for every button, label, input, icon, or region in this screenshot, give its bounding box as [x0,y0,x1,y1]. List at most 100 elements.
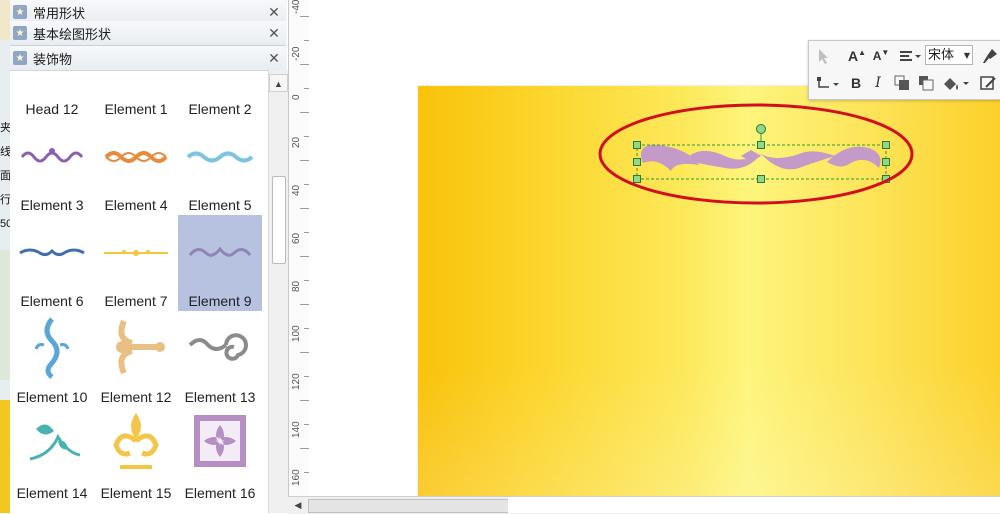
chevron-down-icon: ▼ [963,51,970,60]
ruler-label: 120 [291,373,302,390]
background-text: 线 [0,146,10,158]
background-image [0,400,10,513]
square-tile-icon [194,415,246,467]
lotus-icon [113,413,159,469]
background-text: 50 [0,218,10,230]
scroll-up-icon[interactable]: ▲ [269,74,288,92]
background-text: 面 [0,170,10,182]
close-icon[interactable]: ✕ [266,4,282,21]
shape-label: Element 1 [104,101,168,117]
star-icon: ★ [13,5,27,19]
shape-element-5[interactable]: Element 5 [178,119,262,215]
connector-menu-icon[interactable] [813,72,843,94]
wave-border-icon [186,151,254,163]
shape-element-7[interactable]: Element 7 [94,215,178,311]
background-image [0,250,10,380]
close-icon[interactable]: ✕ [266,25,282,42]
chain-border-icon [104,151,168,163]
ruler-label: 0 [291,94,302,100]
font-family-select[interactable]: 宋体 ▼ [925,45,973,65]
scroll-border-icon [20,148,84,163]
ruler-label: 20 [291,136,302,148]
align-menu-icon[interactable] [897,45,923,67]
library-title: 装饰物 [33,51,73,67]
shape-label: Element 10 [16,389,88,405]
ruler-label: 100 [291,325,302,342]
horizontal-scrollbar[interactable]: ◀ [288,496,1000,514]
shape-label: Element 2 [188,101,252,117]
shape-element-15[interactable]: Element 15 [94,407,178,503]
swirl-border-icon [19,248,85,257]
ruler-tick [300,256,309,257]
shape-label: Element 3 [20,197,84,213]
ruler-tick [300,400,309,401]
star-icon: ★ [13,26,27,40]
floating-format-toolbar: A ▲ A ▼ 宋体 ▼ B I [808,40,1000,100]
shape-label: Head 12 [25,101,79,117]
shape-label: Element 12 [100,389,172,405]
line-style-icon[interactable] [977,72,1000,94]
shape-element-10[interactable]: Element 10 [10,311,94,407]
background-text: 行 [0,194,10,206]
leaf-vine-icon [29,424,81,461]
ruler-tick [300,208,309,209]
shape-element-9[interactable]: Element 9 [178,215,262,311]
shape-head-12[interactable]: Head 12 [10,71,94,119]
shrink-font-button[interactable]: A ▼ [869,45,893,67]
shape-label: Element 14 [16,485,88,501]
vertical-flourish-icon [34,317,70,379]
grow-font-button[interactable]: A ▲ [845,45,869,67]
shape-label: Element 5 [188,197,252,213]
ruler-label: 140 [291,421,302,438]
format-painter-icon[interactable] [979,45,1000,67]
bring-front-icon[interactable] [891,72,913,94]
ruler-label: -20 [291,46,302,61]
background-thumbnail [0,0,10,40]
ruler-label: -40 [291,0,302,14]
shape-element-4[interactable]: Element 4 [94,119,178,215]
library-header-decorations[interactable]: ★ 装饰物 ✕ [10,46,286,71]
star-icon: ★ [13,51,27,65]
ruler-tick [300,304,309,305]
scrollbar-thumb[interactable] [308,499,510,513]
close-icon[interactable]: ✕ [266,50,282,67]
background-text: 夹 [0,122,10,134]
send-back-icon[interactable] [915,72,937,94]
shape-element-14[interactable]: Element 14 [10,407,94,503]
ruler-label: 40 [291,184,302,196]
italic-button[interactable]: I [867,72,889,94]
ornament-border-icon [188,246,252,257]
library-header-basic-drawing[interactable]: ★ 基本绘图形状 ✕ [10,21,286,46]
shape-label: Element 13 [184,389,256,405]
shape-element-6[interactable]: Element 6 [10,215,94,311]
select-pointer-icon[interactable] [813,45,835,67]
grow-font-icon: A [847,48,859,64]
scrollbar-thumb[interactable] [272,176,286,264]
shape-element-1[interactable]: Element 1 [94,71,178,119]
shape-grid: Head 12 Element 1 Element 2 Element 3 El… [10,70,268,514]
font-name: 宋体 [928,48,955,63]
ruler-tick [300,160,309,161]
shape-label: Element 7 [104,293,168,309]
shape-element-2[interactable]: Element 2 [178,71,262,119]
vertical-ruler: -40 -20 0 20 40 60 80 100 120 140 160 [288,0,310,496]
library-title: 基本绘图形状 [33,26,112,42]
scroll-left-icon[interactable]: ◀ [290,498,306,512]
library-scrollbar[interactable]: ▲ [268,70,288,513]
shape-element-16[interactable]: Element 16 [178,407,262,503]
ruler-tick [300,352,309,353]
bold-button[interactable]: B [845,72,867,94]
shape-label: Element 16 [184,485,256,501]
dotted-border-icon [104,250,168,256]
ruler-label: 60 [291,232,302,244]
ruler-tick [300,64,309,65]
rotation-handle[interactable] [756,124,766,134]
shape-element-3[interactable]: Element 3 [10,119,94,215]
shape-element-12[interactable]: Element 12 [94,311,178,407]
fill-color-icon[interactable] [939,72,973,94]
ruler-tick [300,16,309,17]
spiral-icon [188,333,248,361]
shape-label: Element 6 [20,293,84,309]
library-title: 常用形状 [33,5,86,21]
shape-element-13[interactable]: Element 13 [178,311,262,407]
